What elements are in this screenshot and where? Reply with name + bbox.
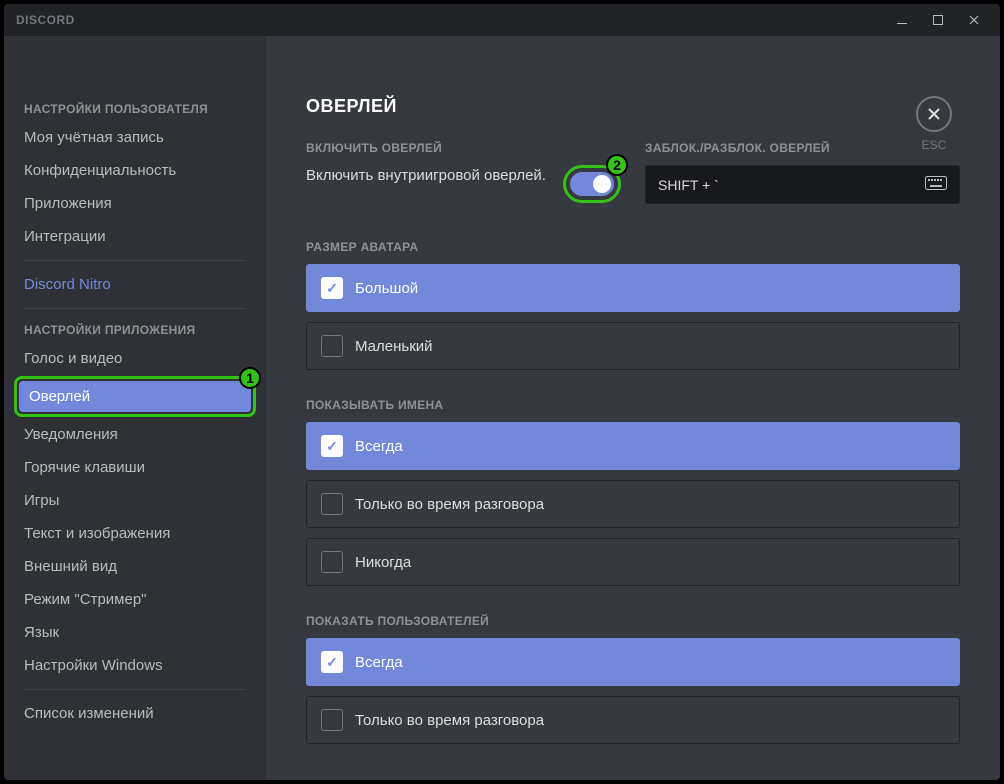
sidebar-item-hotkeys[interactable]: Горячие клавиши — [14, 452, 256, 483]
sidebar-divider — [24, 260, 246, 261]
names-option-speaking[interactable]: ✓ Только во время разговора — [306, 480, 960, 528]
lock-overlay-label: ЗАБЛОК./РАЗБЛОК. ОВЕРЛЕЙ — [645, 141, 960, 155]
checkbox-icon: ✓ — [321, 435, 343, 457]
annotation-highlight-2: 2 — [563, 165, 621, 203]
annotation-highlight-1: Оверлей 1 — [14, 376, 256, 417]
users-option-speaking[interactable]: ✓ Только во время разговора — [306, 696, 960, 744]
sidebar-divider — [24, 308, 246, 309]
close-window-button[interactable] — [960, 9, 988, 31]
minimize-button[interactable] — [888, 9, 916, 31]
show-users-label: ПОКАЗАТЬ ПОЛЬЗОВАТЕЛЕЙ — [306, 614, 960, 628]
checkbox-icon: ✓ — [321, 709, 343, 731]
keybind-input[interactable]: SHIFT + ` — [645, 165, 960, 204]
option-label: Только во время разговора — [355, 712, 544, 729]
avatar-option-large[interactable]: ✓ Большой — [306, 264, 960, 312]
option-label: Большой — [355, 280, 418, 297]
titlebar: DISCORD — [4, 4, 1000, 36]
sidebar-item-appearance[interactable]: Внешний вид — [14, 551, 256, 582]
sidebar-item-notifications[interactable]: Уведомления — [14, 419, 256, 450]
avatar-option-small[interactable]: ✓ Маленький — [306, 322, 960, 370]
close-label: ESC — [922, 138, 947, 152]
keyboard-icon — [925, 176, 947, 193]
keybind-value: SHIFT + ` — [658, 177, 719, 193]
sidebar-item-nitro[interactable]: Discord Nitro — [14, 269, 256, 300]
toggle-knob — [593, 175, 611, 193]
show-names-label: ПОКАЗЫВАТЬ ИМЕНА — [306, 398, 960, 412]
option-label: Только во время разговора — [355, 496, 544, 513]
maximize-button[interactable] — [924, 9, 952, 31]
checkbox-icon: ✓ — [321, 335, 343, 357]
sidebar-item-changelog[interactable]: Список изменений — [14, 698, 256, 729]
enable-overlay-label: ВКЛЮЧИТЬ ОВЕРЛЕЙ — [306, 141, 621, 155]
avatar-size-label: РАЗМЕР АВАТАРА — [306, 240, 960, 254]
sidebar-item-integrations[interactable]: Интеграции — [14, 221, 256, 252]
checkbox-icon: ✓ — [321, 277, 343, 299]
close-icon — [926, 106, 942, 122]
page-title: ОВЕРЛЕЙ — [306, 96, 960, 117]
checkbox-icon: ✓ — [321, 551, 343, 573]
sidebar-item-account[interactable]: Моя учётная запись — [14, 122, 256, 153]
checkbox-icon: ✓ — [321, 493, 343, 515]
sidebar-item-language[interactable]: Язык — [14, 617, 256, 648]
close-panel: ESC — [916, 96, 952, 152]
window-controls — [888, 9, 988, 31]
annotation-badge-1: 1 — [239, 367, 261, 389]
sidebar-item-overlay[interactable]: Оверлей — [19, 381, 251, 412]
option-label: Всегда — [355, 438, 403, 455]
sidebar-item-voice[interactable]: Голос и видео — [14, 343, 256, 374]
option-label: Всегда — [355, 654, 403, 671]
sidebar-item-windows[interactable]: Настройки Windows — [14, 650, 256, 681]
settings-content: ESC ОВЕРЛЕЙ ВКЛЮЧИТЬ ОВЕРЛЕЙ Включить вн… — [266, 36, 1000, 780]
option-label: Маленький — [355, 338, 433, 355]
close-settings-button[interactable] — [916, 96, 952, 132]
app-window: DISCORD НАСТРОЙКИ ПОЛЬЗОВАТЕЛЯ Моя учётн… — [4, 4, 1000, 780]
sidebar-header-app: НАСТРОЙКИ ПРИЛОЖЕНИЯ — [14, 317, 256, 343]
sidebar-item-text-images[interactable]: Текст и изображения — [14, 518, 256, 549]
settings-sidebar: НАСТРОЙКИ ПОЛЬЗОВАТЕЛЯ Моя учётная запис… — [4, 36, 266, 780]
sidebar-item-games[interactable]: Игры — [14, 485, 256, 516]
names-option-never[interactable]: ✓ Никогда — [306, 538, 960, 586]
names-option-always[interactable]: ✓ Всегда — [306, 422, 960, 470]
sidebar-item-streamer[interactable]: Режим "Стример" — [14, 584, 256, 615]
app-title: DISCORD — [16, 13, 75, 27]
option-label: Никогда — [355, 554, 411, 571]
enable-overlay-desc: Включить внутриигровой оверлей. — [306, 165, 547, 186]
sidebar-item-privacy[interactable]: Конфиденциальность — [14, 155, 256, 186]
enable-overlay-toggle[interactable] — [570, 172, 614, 196]
sidebar-header-user: НАСТРОЙКИ ПОЛЬЗОВАТЕЛЯ — [14, 96, 256, 122]
sidebar-divider — [24, 689, 246, 690]
users-option-always[interactable]: ✓ Всегда — [306, 638, 960, 686]
checkbox-icon: ✓ — [321, 651, 343, 673]
annotation-badge-2: 2 — [606, 154, 628, 176]
sidebar-item-apps[interactable]: Приложения — [14, 188, 256, 219]
